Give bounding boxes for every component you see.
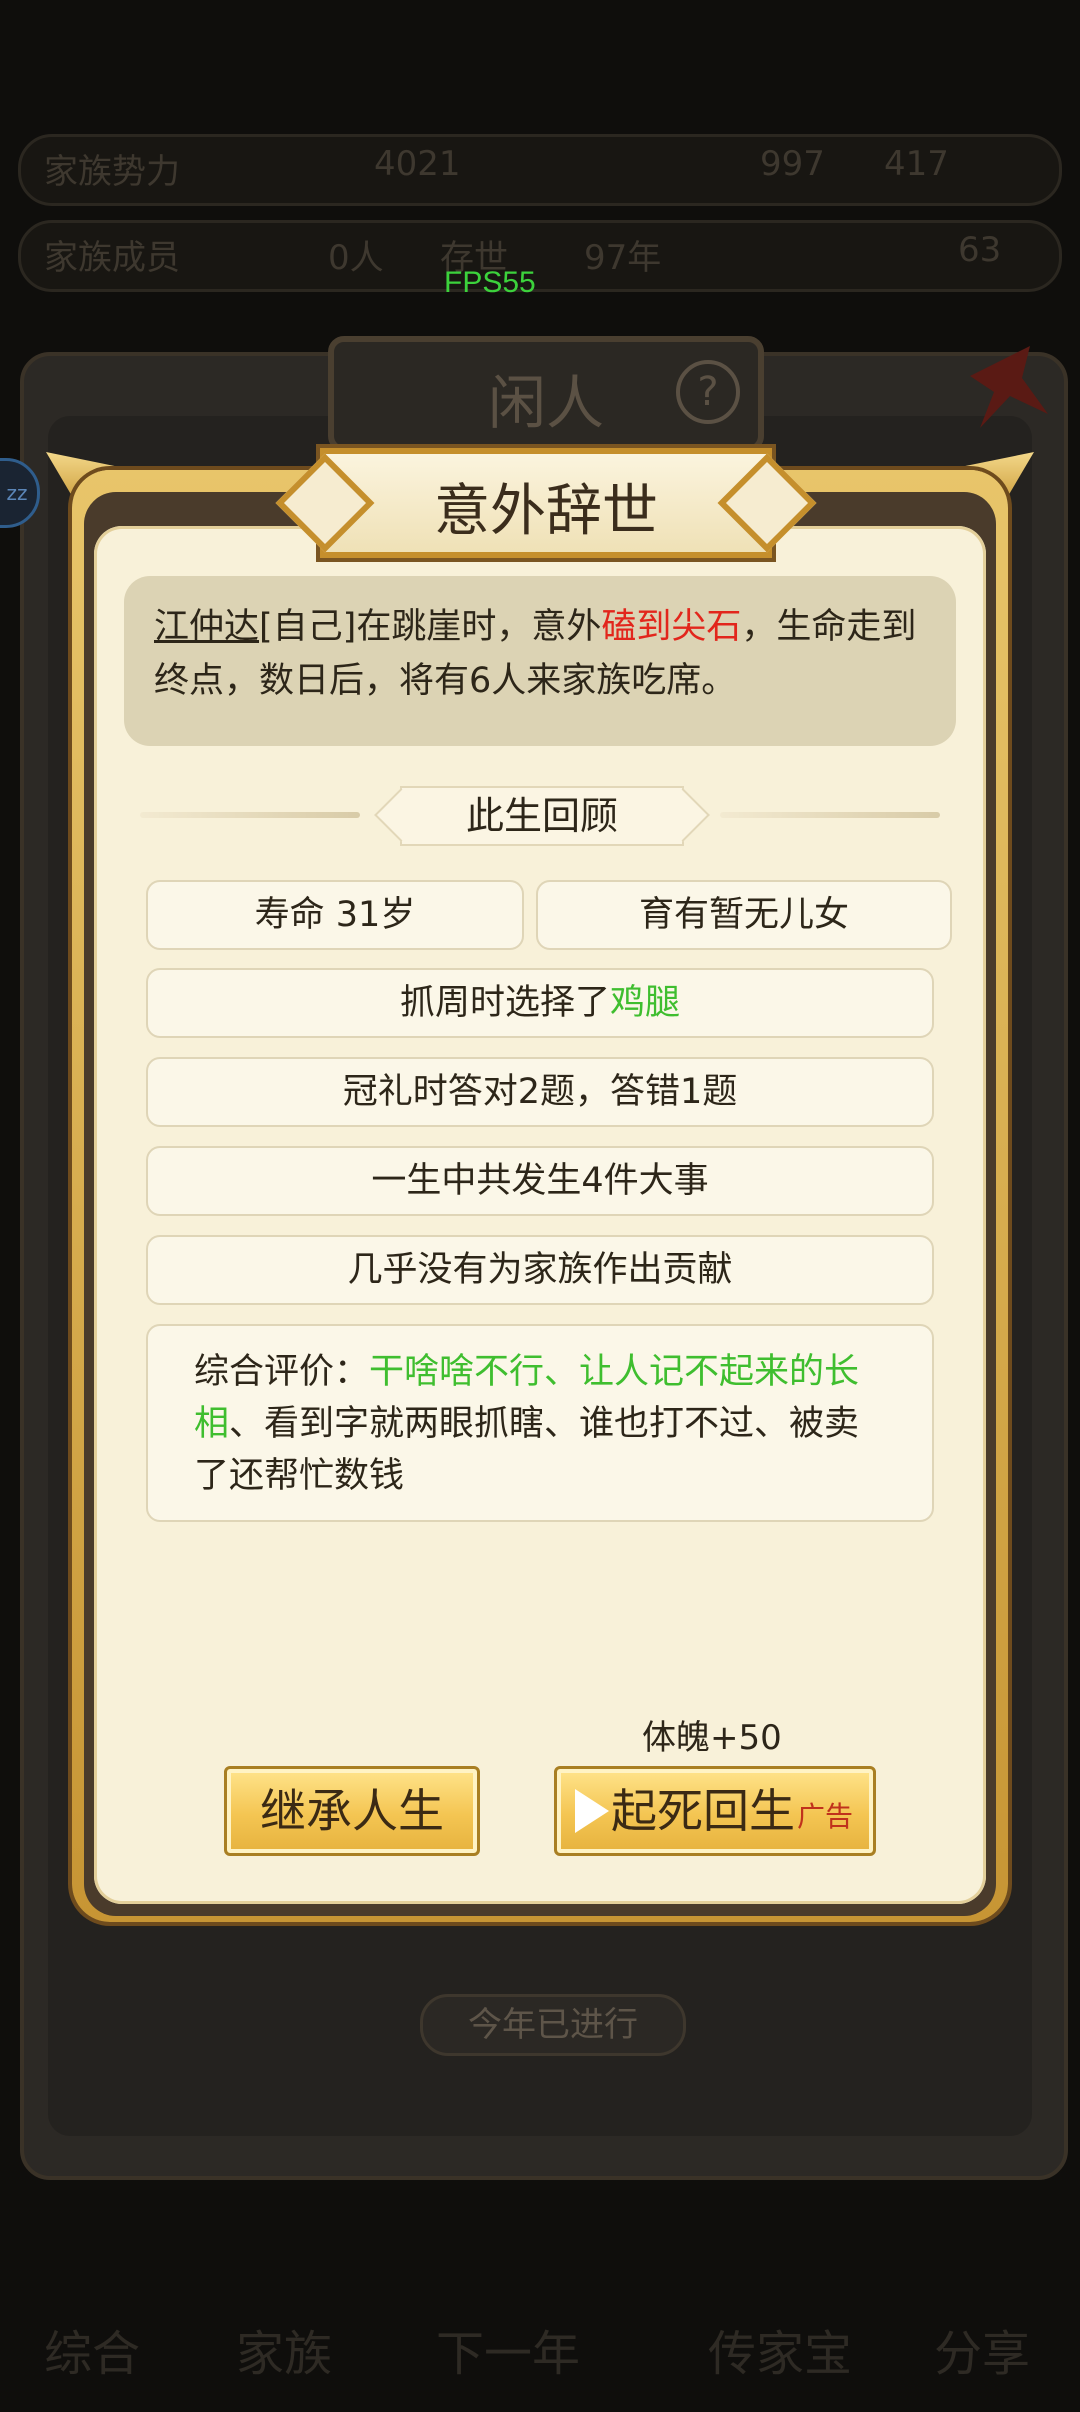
children-cell: 育有暂无儿女: [536, 880, 952, 950]
family-members-value: 0人: [328, 238, 384, 278]
existence-value: 97年: [584, 238, 662, 278]
overall-review: 综合评价：干啥啥不行、让人记不起来的长相、看到字就两眼抓瞎、谁也打不过、被卖了还…: [146, 1324, 934, 1522]
flag-icon: [970, 346, 1048, 428]
revive-reward: 体魄+50: [642, 1718, 782, 1758]
nav-overview[interactable]: 综合: [44, 2314, 140, 2384]
guanli-cell: 冠礼时答对2题，答错1题: [146, 1057, 934, 1127]
zhuazhou-prefix: 抓周时选择了: [399, 983, 610, 1023]
modal-title-banner: 意外辞世: [320, 448, 772, 558]
family-power-value: 4021: [374, 144, 461, 184]
story-text-1: 在跳崖时，意外: [356, 607, 602, 647]
family-members-label: 家族成员: [44, 238, 180, 278]
nav-heirloom[interactable]: 传家宝: [708, 2314, 852, 2384]
currency-value: 997: [760, 144, 825, 184]
events-cell: 一生中共发生4件大事: [146, 1146, 934, 1216]
review-label: 综合评价：: [194, 1352, 370, 1392]
divider-left: [140, 812, 360, 818]
family-power-label: 家族势力: [44, 152, 180, 192]
play-ad-icon: [575, 1789, 609, 1833]
death-cause: 磕到尖石: [601, 607, 742, 647]
divider-right: [720, 812, 940, 818]
zhuazhou-cell: 抓周时选择了鸡腿: [146, 968, 934, 1038]
self-tag: [自己]: [259, 607, 357, 647]
lifespan-cell: 寿命 31岁: [146, 880, 524, 950]
life-review-header: 此生回顾: [140, 786, 940, 846]
zhuazhou-item: 鸡腿: [610, 983, 681, 1023]
revive-label: 起死回生: [611, 1784, 795, 1838]
nav-next-year[interactable]: 下一年: [436, 2314, 580, 2384]
death-story: 江仲达[自己]在跳崖时，意外磕到尖石，生命走到终点，数日后，将有6人来家族吃席。: [124, 576, 956, 746]
gem-value: 417: [884, 144, 949, 184]
revive-button[interactable]: 起死回生 广告: [554, 1766, 876, 1856]
nav-share[interactable]: 分享: [934, 2314, 1030, 2384]
inherit-life-button[interactable]: 继承人生: [224, 1766, 480, 1856]
year-progress-label: 今年已进行: [420, 1994, 686, 2056]
help-icon[interactable]: ?: [676, 360, 740, 424]
character-name[interactable]: 江仲达: [154, 607, 259, 647]
energy-value: 63: [958, 230, 1002, 270]
ad-tag: 广告: [797, 1800, 854, 1833]
review-traits: 、看到字就两眼抓瞎、谁也打不过、被卖了还帮忙数钱: [194, 1404, 860, 1496]
fps-counter: FPS55: [444, 266, 536, 299]
nav-family[interactable]: 家族: [236, 2314, 332, 2384]
modal-title: 意外辞世: [434, 479, 658, 544]
section-title: 此生回顾: [400, 786, 684, 846]
contribution-cell: 几乎没有为家族作出贡献: [146, 1235, 934, 1305]
